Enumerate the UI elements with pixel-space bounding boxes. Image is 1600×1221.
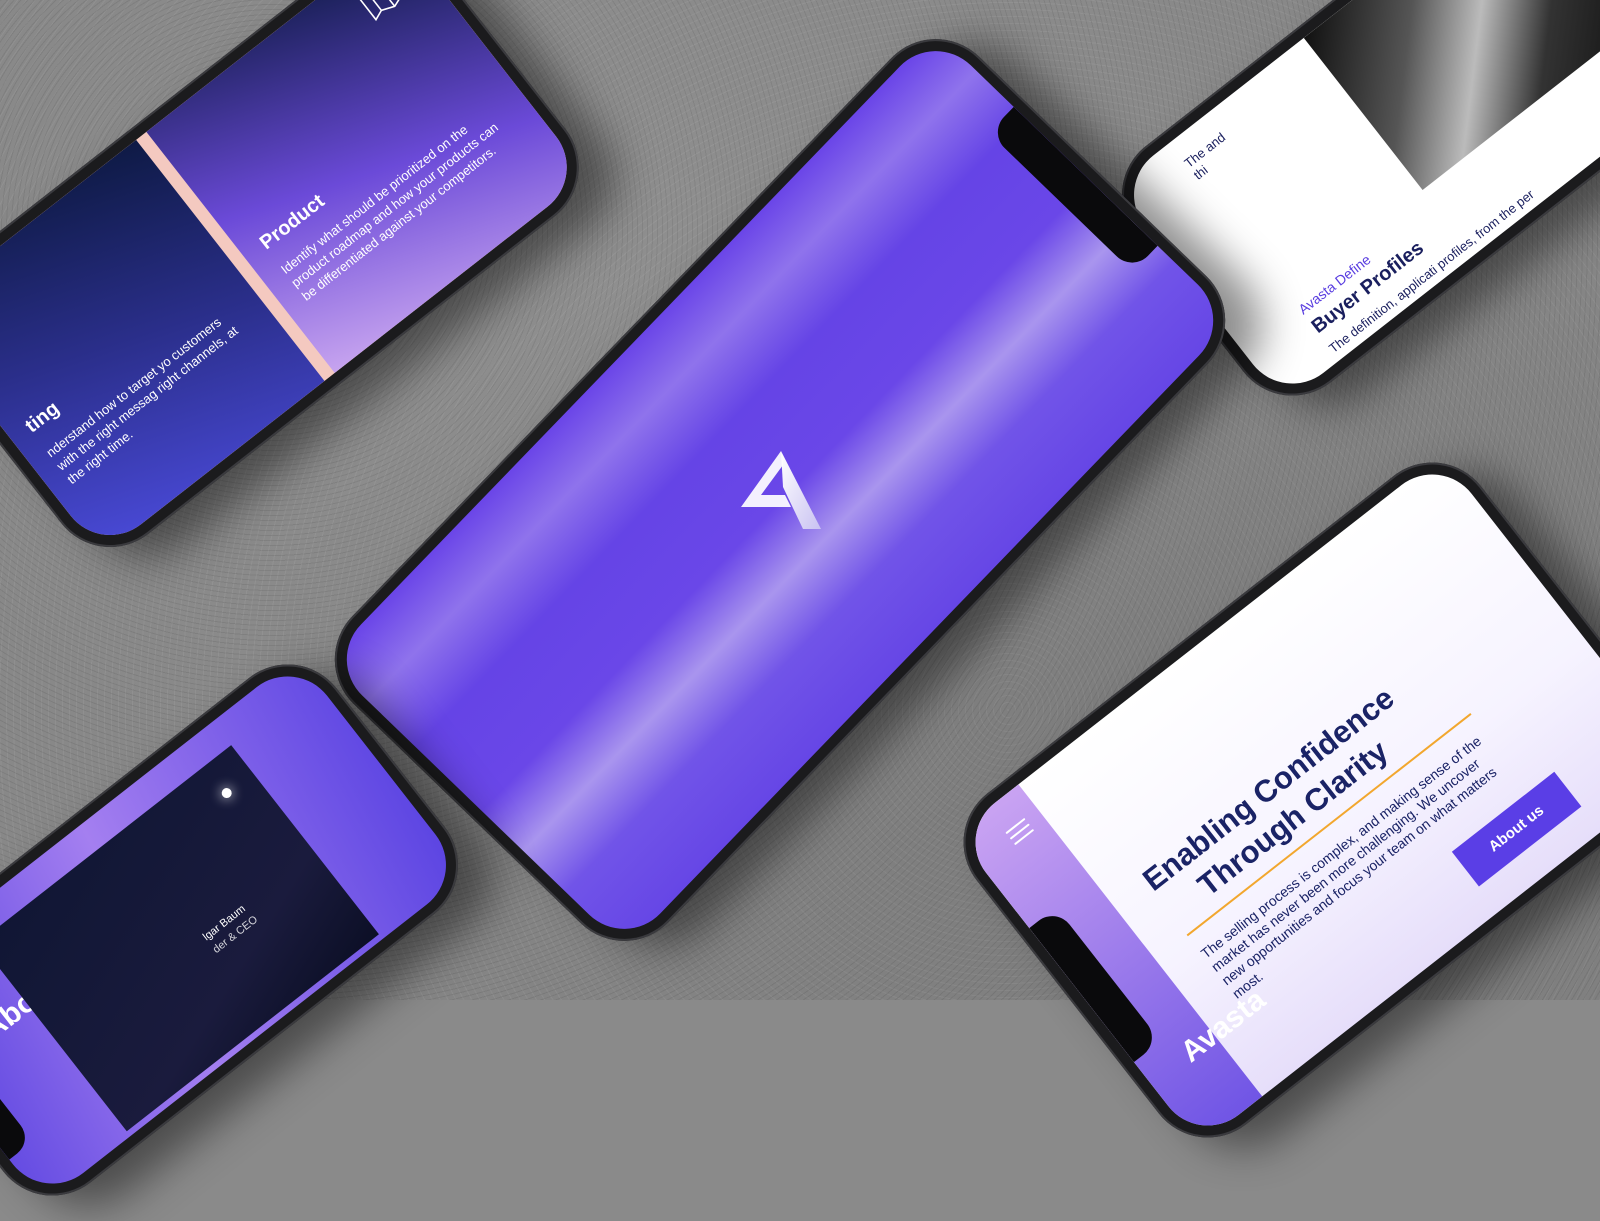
marketing-heading: ting (21, 397, 64, 438)
phone-notch (0, 1030, 33, 1160)
top-text: The and thi (1181, 129, 1229, 183)
avasta-a-logo-icon (741, 451, 821, 529)
map-icon (359, 0, 402, 22)
marketing-text: nderstand how to target yo customers wit… (43, 314, 241, 487)
light-dot (219, 786, 234, 801)
buyers-photo (1303, 0, 1600, 190)
